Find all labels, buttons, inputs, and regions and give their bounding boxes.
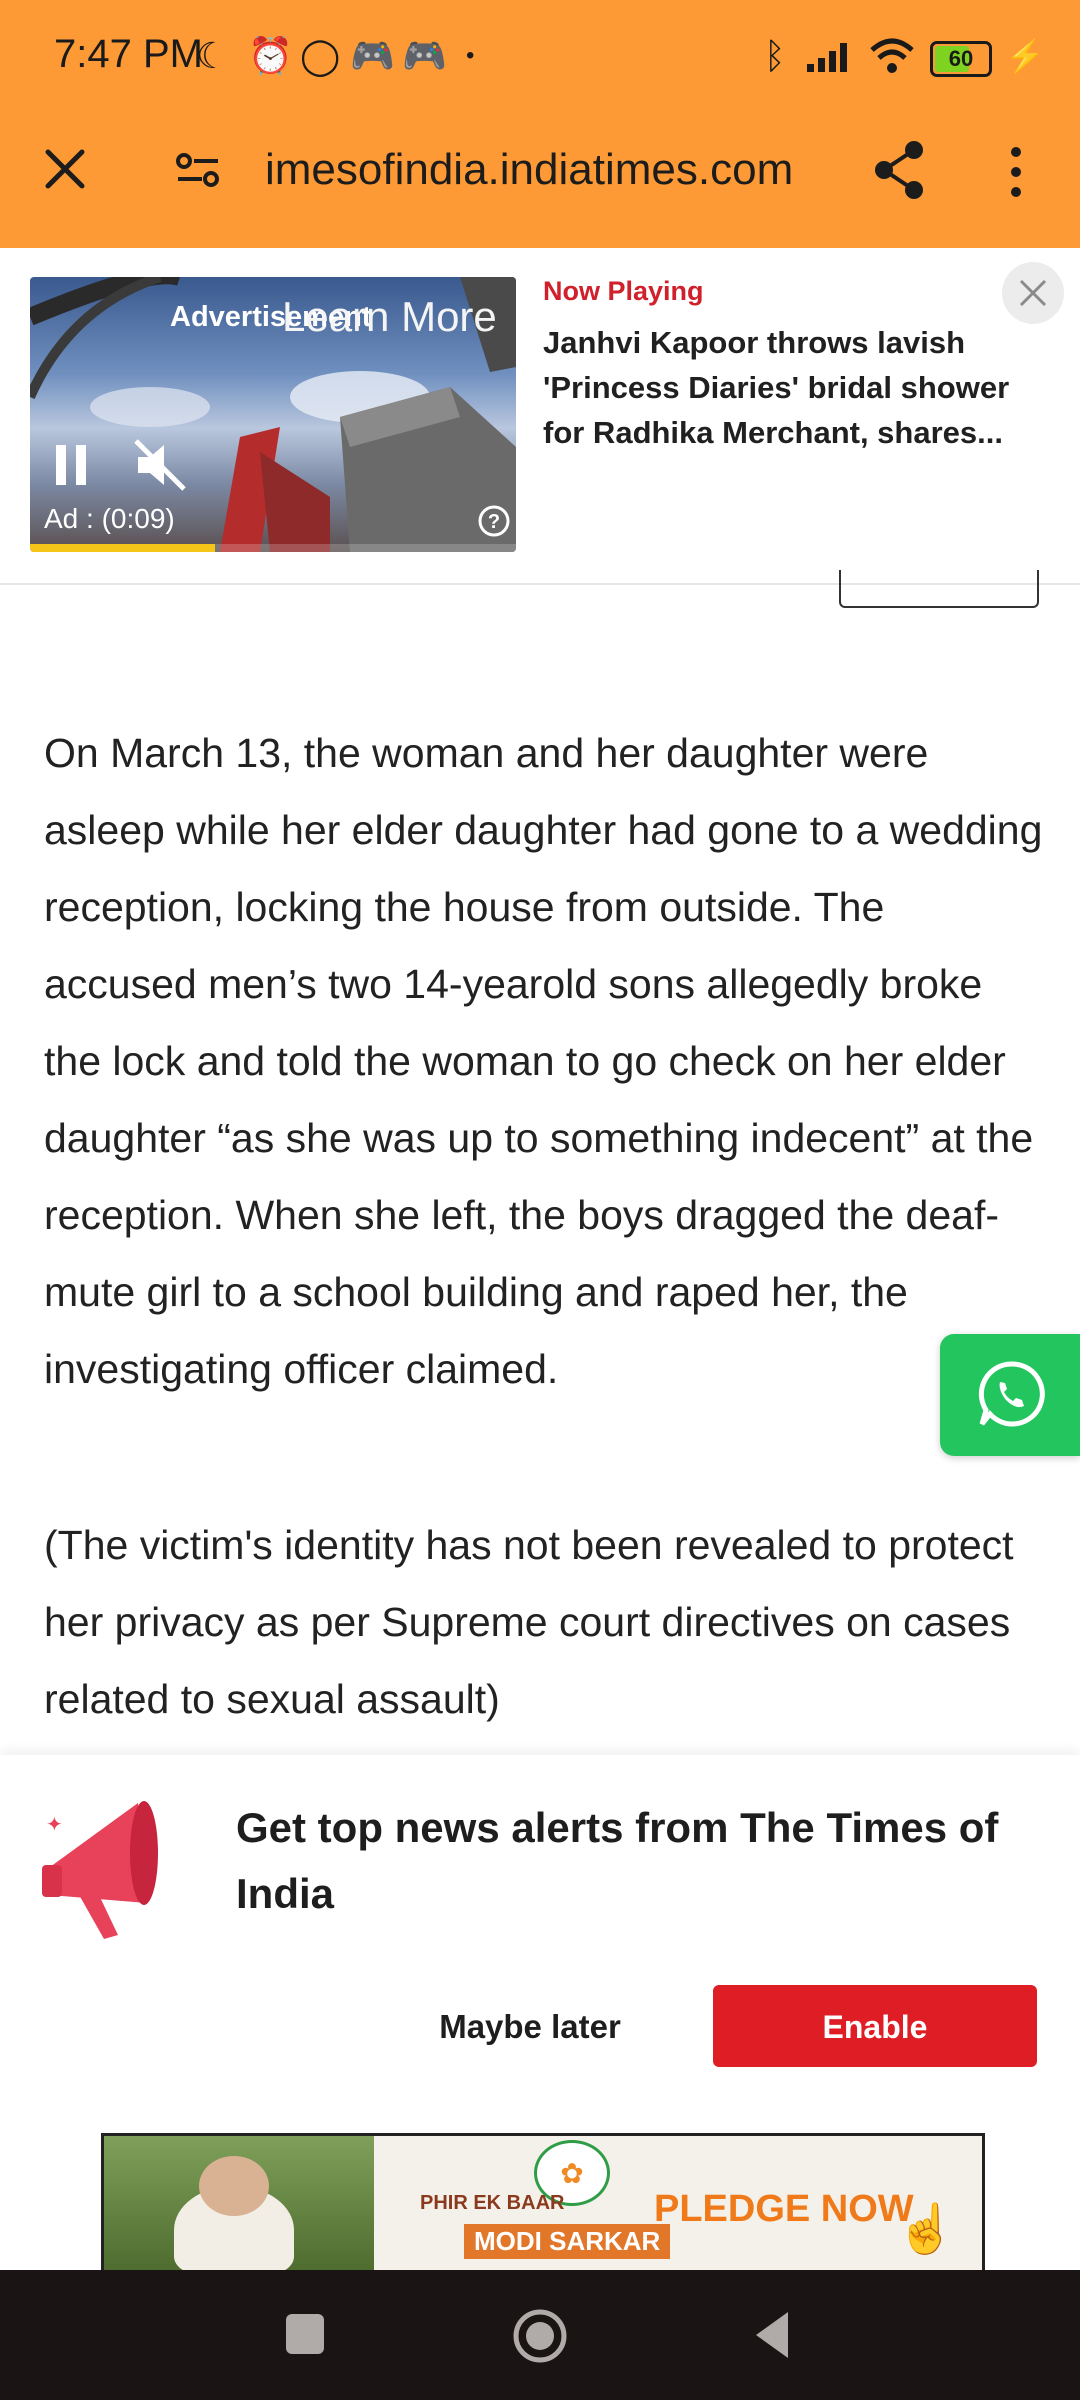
recent-apps-icon[interactable]: [286, 2314, 324, 2354]
svg-text:?: ?: [488, 511, 500, 533]
now-playing-headline[interactable]: Janhvi Kapoor throws lavish 'Princess Di…: [543, 320, 1013, 455]
video-ad-player[interactable]: Advertisement Learn More Ad : (0:09) ?: [30, 277, 516, 552]
battery-level: 60: [948, 46, 974, 71]
bluetooth-icon: ᛒ: [764, 35, 786, 76]
ad-progress-track: [30, 544, 516, 552]
wifi-icon: [870, 38, 914, 73]
hand-pointer-icon: ☝: [896, 2203, 956, 2256]
article-paragraph: (The victim's identity has not been reve…: [44, 1522, 1014, 1722]
status-time: 7:47 PM: [54, 32, 203, 76]
site-settings-icon[interactable]: [174, 150, 222, 190]
home-icon[interactable]: [510, 2306, 570, 2366]
pause-icon[interactable]: [52, 443, 92, 487]
back-icon[interactable]: [752, 2310, 792, 2360]
notification-prompt-title: Get top news alerts from The Times of In…: [236, 1804, 999, 1917]
whatsapp-status-icon: ◯: [300, 35, 341, 76]
ad-timer: Ad : (0:09): [44, 503, 175, 534]
learn-more-link[interactable]: Learn More: [282, 293, 497, 341]
url-text[interactable]: imesofindia.indiatimes.com: [265, 145, 793, 195]
signal-icon: [807, 43, 847, 72]
ad-progress-fill: [30, 544, 215, 552]
more-options-icon[interactable]: [1006, 144, 1026, 200]
banner-line2: MODI SARKAR: [464, 2224, 671, 2259]
close-icon: [1019, 279, 1047, 307]
close-tab-icon[interactable]: [42, 146, 88, 192]
now-playing-label: Now Playing: [543, 276, 704, 306]
alarm-icon: ⏰: [248, 35, 293, 76]
battery-icon: 60: [930, 41, 992, 77]
megaphone-icon: ✦: [42, 1801, 158, 1939]
share-icon[interactable]: [872, 140, 928, 200]
game-icon: 🎮: [350, 35, 395, 76]
charging-icon: ⚡: [1005, 38, 1045, 74]
article-paragraph: On March 13, the woman and her daughter …: [44, 730, 1043, 1392]
partial-button-outline: [839, 570, 1039, 608]
moon-icon: ☾: [196, 35, 229, 76]
enable-notifications-button[interactable]: Enable: [713, 1985, 1037, 2067]
banner-cta[interactable]: PLEDGE NOW: [654, 2188, 914, 2231]
mute-icon[interactable]: [132, 437, 188, 493]
whatsapp-share-button[interactable]: [940, 1334, 1080, 1456]
status-bar: 7:47 PM ☾ ⏰ ◯ 🎮 🎮 • ᛒ 60 ⚡: [0, 0, 1080, 115]
game-icon: 🎮: [402, 35, 447, 76]
now-playing-close-button[interactable]: [1002, 262, 1064, 324]
maybe-later-button[interactable]: Maybe later: [410, 1985, 650, 2067]
system-nav-bar: [0, 2270, 1080, 2400]
svg-text:✦: ✦: [46, 1812, 63, 1836]
dot-icon: •: [466, 42, 475, 69]
banner-ad[interactable]: ✿ PHIR EK BAAR MODI SARKAR PLEDGE NOW ☝: [101, 2133, 985, 2277]
banner-ad-field-image: [104, 2136, 374, 2274]
whatsapp-icon: [978, 1361, 1045, 1427]
help-icon[interactable]: ?: [478, 505, 510, 537]
banner-line1: PHIR EK BAAR: [420, 2192, 565, 2214]
